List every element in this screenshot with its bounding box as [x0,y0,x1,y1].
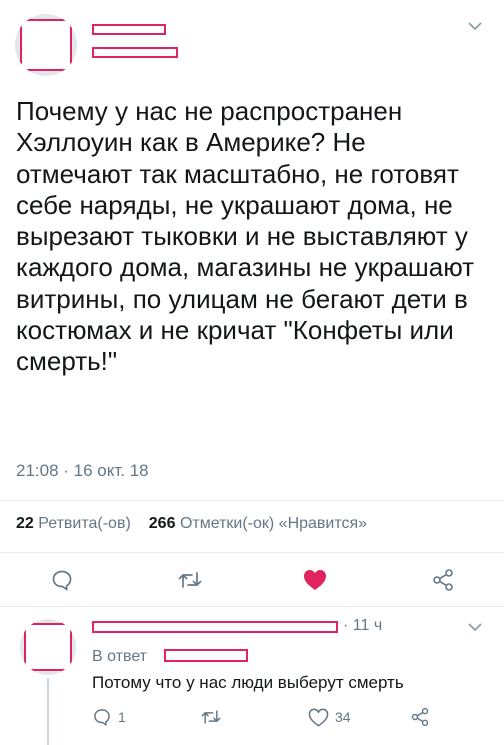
retweets-stat[interactable]: 22 Ретвита(-ов) [16,515,131,532]
reply-like-button[interactable]: 34 [308,704,351,730]
reply-author-name-redacted[interactable] [92,621,338,633]
reply-icon[interactable] [47,565,77,595]
divider [0,552,504,553]
author-avatar[interactable] [15,14,77,76]
reply-retweet-button[interactable] [200,704,228,730]
tweet-text: Почему у нас не распространен Хэллоуин к… [16,96,475,377]
divider [0,500,504,501]
retweets-label: Ретвита(-ов) [38,515,131,532]
reply-like-count: 34 [335,709,351,725]
reply-share-button[interactable] [410,704,430,730]
chevron-down-icon[interactable] [468,18,482,34]
share-icon[interactable] [428,565,458,595]
author-handle-redacted[interactable] [92,47,178,58]
reply-author-avatar[interactable] [20,619,76,675]
like-icon-active[interactable] [300,565,330,595]
in-reply-to-handle-redacted[interactable] [164,649,248,662]
tweet-stats: 22 Ретвита(-ов) 266 Отметки(-ок) «Нравитс… [16,515,367,533]
reply-text: Потому что у нас люди выберут смерть [92,673,404,692]
likes-label: Отметки(-ок) «Нравится» [179,515,368,532]
author-name-redacted[interactable] [92,24,166,35]
heart-icon [308,708,329,727]
chevron-down-icon[interactable] [468,619,482,635]
likes-count: 266 [148,515,176,532]
reply-icon [94,709,110,727]
reply-reply-button[interactable]: 1 [92,704,126,730]
retweet-icon[interactable] [175,565,205,595]
likes-stat[interactable]: 266 Отметки(-ок) «Нравится» [149,515,367,532]
redaction-box [20,19,72,71]
reply-time[interactable]: · 11 ч [343,617,382,635]
share-icon [411,707,429,727]
divider [0,606,504,607]
redaction-box [24,623,72,671]
in-reply-to-label: В ответ [92,648,148,665]
reply-actions: 1 34 [0,704,504,730]
tweet-timestamp[interactable]: 21:08 · 16 окт. 18 [16,461,149,481]
retweets-count: 22 [16,515,34,532]
retweet-icon [201,710,221,724]
tweet-actions [0,565,504,595]
reply-count: 1 [118,709,126,725]
